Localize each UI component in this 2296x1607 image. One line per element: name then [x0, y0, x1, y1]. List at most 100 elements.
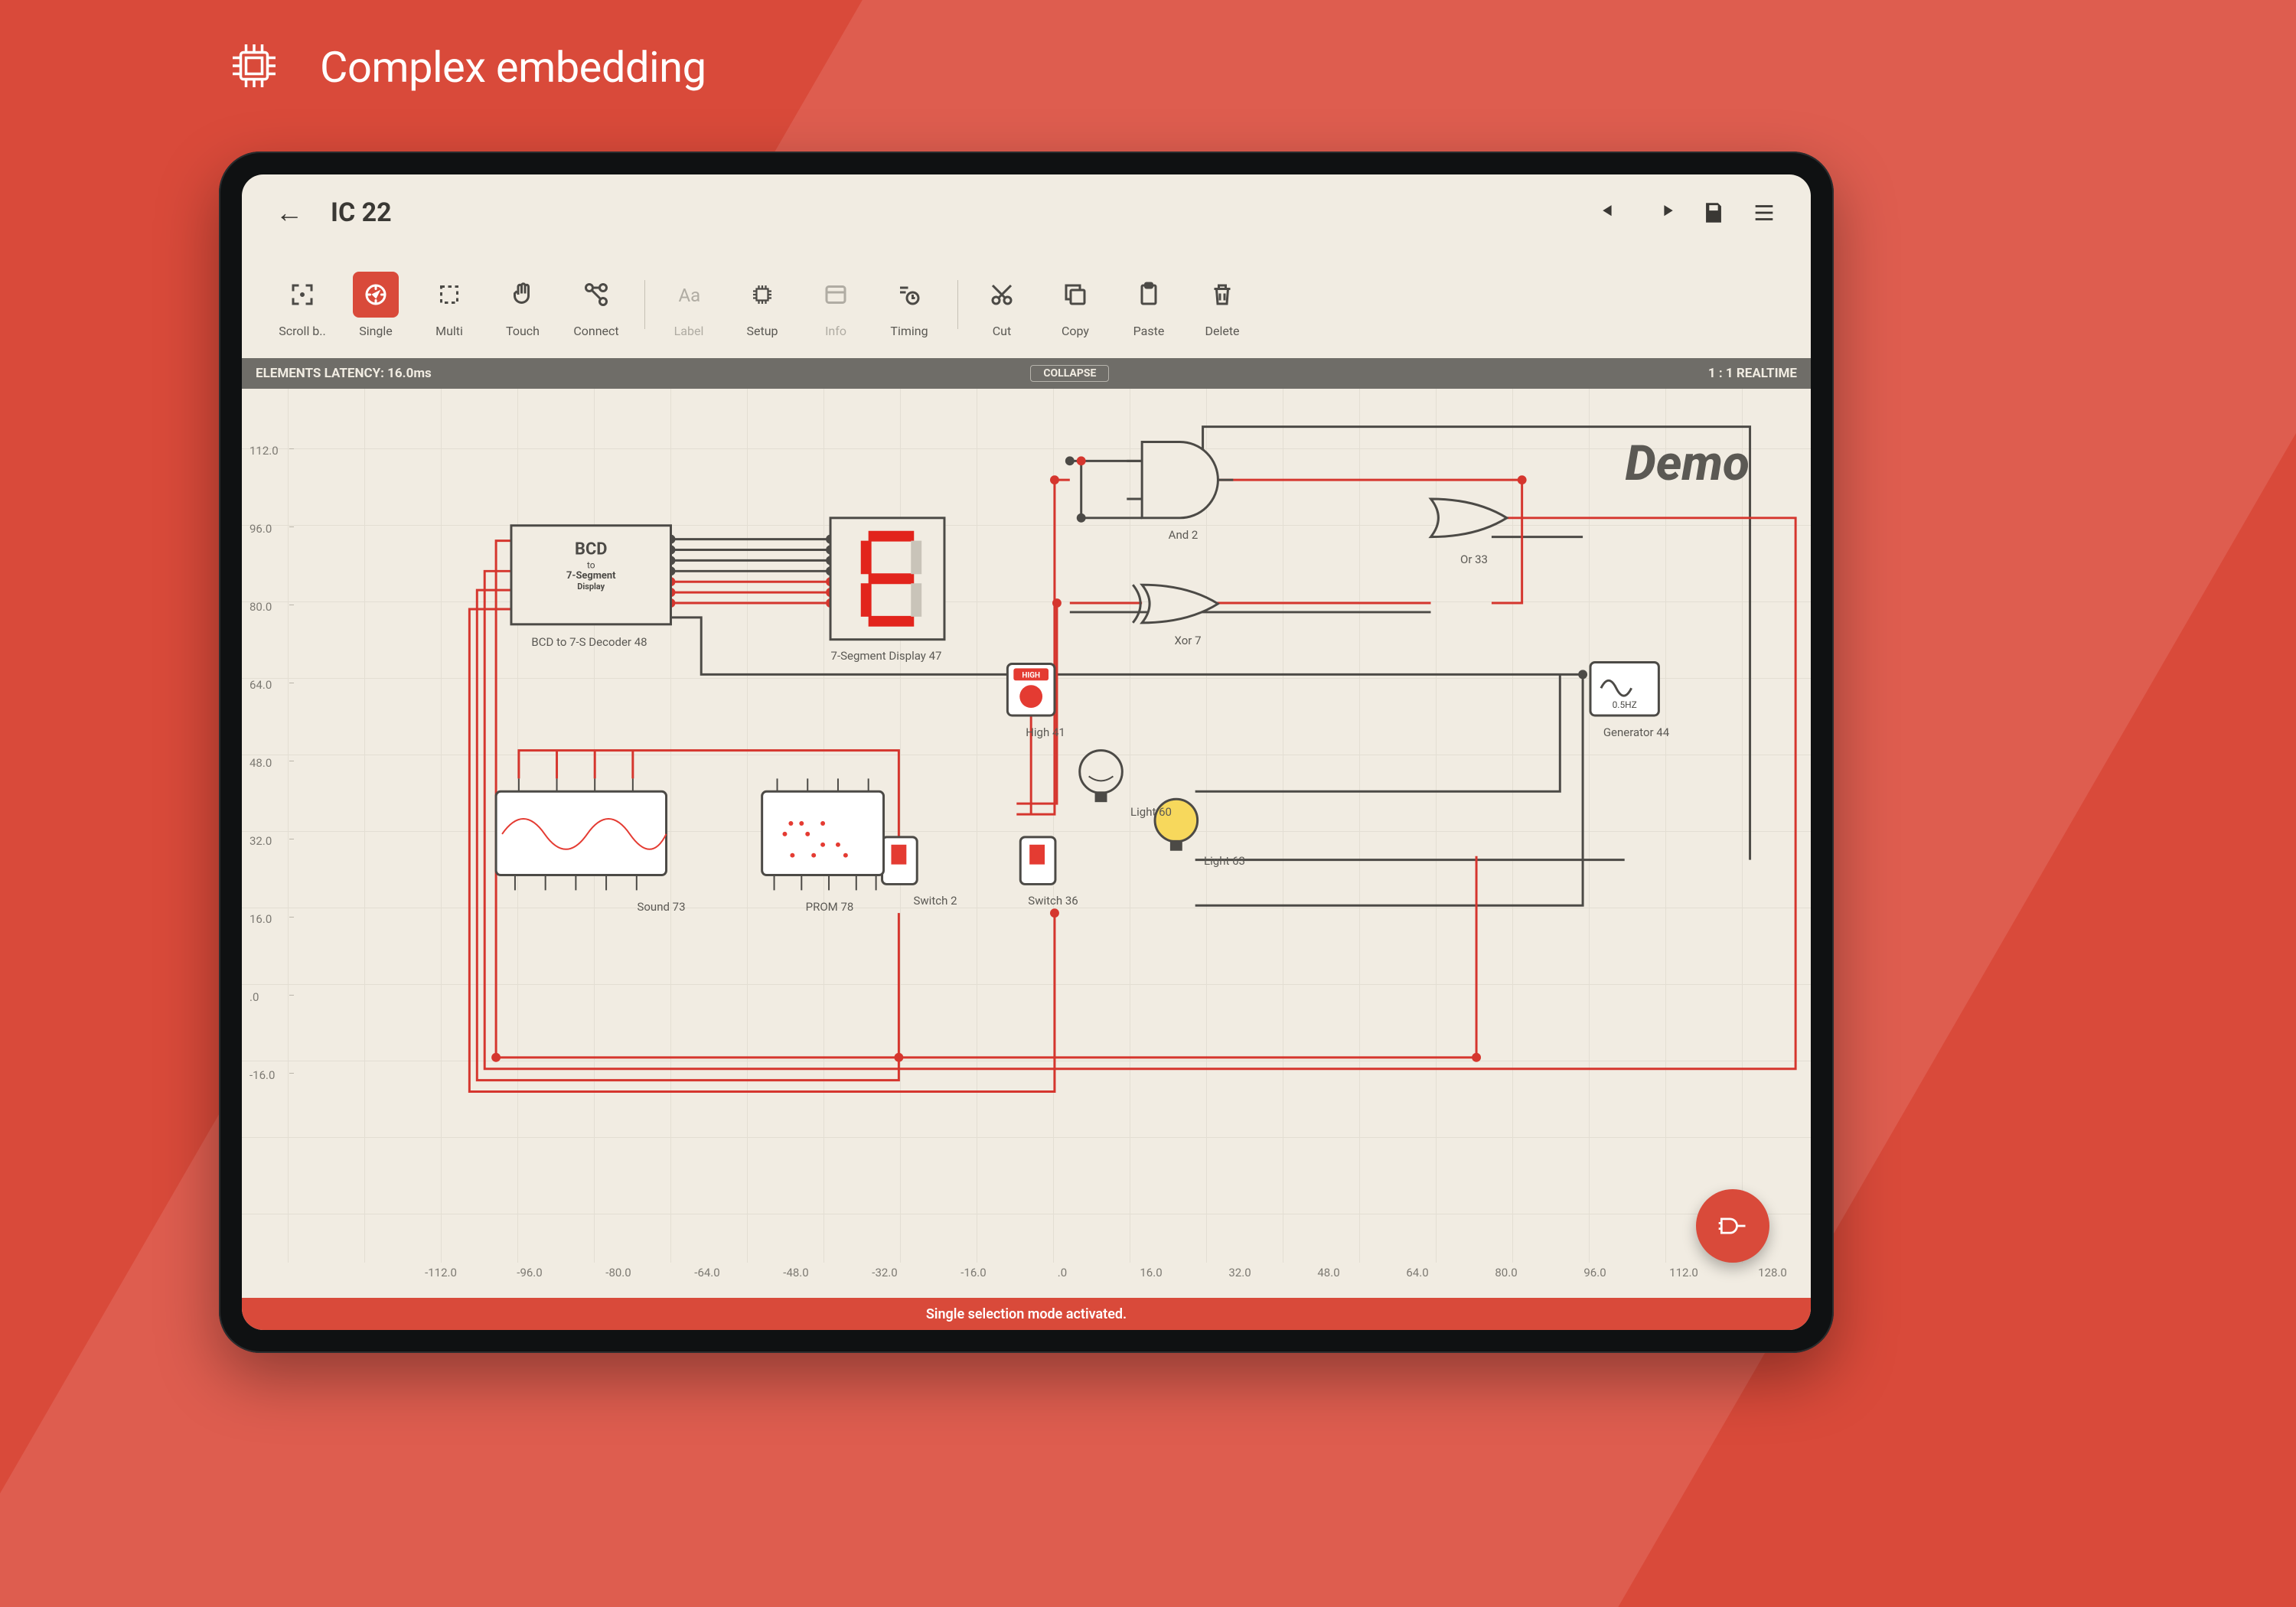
x-tick: 32.0 — [1228, 1266, 1251, 1279]
tablet-frame: ← IC 22 Scroll b.. Single Multi Touch Connec… — [219, 152, 1834, 1353]
tool-setup[interactable]: Setup — [728, 272, 797, 338]
tool-label: Touch — [506, 324, 540, 338]
tool-label: Label — [674, 324, 704, 338]
y-tick: 48.0 — [249, 756, 272, 770]
app-bar: ← IC 22 — [242, 174, 1811, 251]
x-tick: -96.0 — [517, 1266, 542, 1279]
tool-single[interactable]: Single — [341, 272, 410, 338]
label-7seg: 7-Segment Display 47 — [831, 649, 942, 663]
latency-label: ELEMENTS LATENCY: 16.0ms — [256, 366, 432, 381]
label-bcd-decoder: BCD to 7-S Decoder 48 — [531, 635, 647, 649]
x-tick: .0 — [1058, 1266, 1067, 1279]
tool-connect[interactable]: Connect — [562, 272, 631, 338]
hand-icon — [500, 272, 546, 318]
label-sound73: Sound 73 — [637, 900, 685, 914]
x-tick: 48.0 — [1317, 1266, 1339, 1279]
label-high41: High 41 — [1026, 725, 1065, 739]
canvas[interactable]: 112.096.080.064.048.032.016.0.0-16.0 -11… — [242, 389, 1811, 1298]
app-screen: ← IC 22 Scroll b.. Single Multi Touch Connec… — [242, 174, 1811, 1330]
cut-icon — [979, 272, 1025, 318]
component-switch-2[interactable] — [882, 837, 918, 885]
tool-scroll-back[interactable]: Scroll b.. — [268, 272, 337, 338]
component-sound[interactable] — [496, 778, 666, 890]
fullscreen-icon — [279, 272, 325, 318]
tool-label: Connect — [573, 324, 618, 338]
x-tick: 16.0 — [1140, 1266, 1162, 1279]
label-generator44: Generator 44 — [1603, 725, 1669, 739]
marketing-header: Complex embedding — [222, 34, 706, 101]
label-light63: Light 63 — [1204, 854, 1245, 868]
x-tick: -80.0 — [605, 1266, 631, 1279]
x-tick: 96.0 — [1583, 1266, 1606, 1279]
tool-cut[interactable]: Cut — [967, 272, 1036, 338]
tool-label: Paste — [1133, 324, 1165, 338]
component-xor-gate[interactable] — [1133, 585, 1218, 623]
component-bcd-decoder[interactable]: BCD to 7-Segment Display — [511, 526, 671, 624]
component-generator[interactable]: 0.5HZ — [1590, 662, 1658, 715]
back-button[interactable]: ← — [276, 197, 303, 229]
tool-timing[interactable]: Timing — [875, 272, 944, 338]
label-switch36: Switch 36 — [1028, 894, 1078, 908]
svg-text:0.5HZ: 0.5HZ — [1613, 699, 1637, 710]
label-or33: Or 33 — [1460, 553, 1488, 566]
status-toast: Single selection mode activated. — [242, 1298, 1811, 1330]
tool-touch[interactable]: Touch — [488, 272, 557, 338]
tool-paste[interactable]: Paste — [1114, 272, 1183, 338]
status-bar: ELEMENTS LATENCY: 16.0ms COLLAPSE 1 : 1 … — [242, 358, 1811, 389]
menu-button[interactable] — [1751, 200, 1777, 226]
tool-delete[interactable]: Delete — [1188, 272, 1257, 338]
tool-multi[interactable]: Multi — [415, 272, 484, 338]
tool-label: Delete — [1205, 324, 1239, 338]
copy-icon — [1052, 272, 1098, 318]
svg-text:Display: Display — [577, 582, 605, 592]
component-high-source[interactable]: HIGH — [1007, 663, 1055, 715]
component-or-gate[interactable] — [1430, 499, 1506, 537]
component-and-gate[interactable] — [1127, 442, 1233, 518]
text-icon: Aa — [666, 272, 712, 318]
tool-label: Cut — [993, 324, 1011, 338]
y-tick: 32.0 — [249, 834, 272, 848]
x-tick: -48.0 — [783, 1266, 808, 1279]
y-tick: 16.0 — [249, 912, 272, 926]
label-switch2: Switch 2 — [914, 894, 957, 908]
tool-label: Timing — [890, 324, 928, 338]
tool-label: Scroll b.. — [279, 324, 325, 338]
trash-icon — [1199, 272, 1245, 318]
x-tick: -64.0 — [694, 1266, 719, 1279]
tool-label: Info — [825, 324, 846, 338]
svg-text:7-Segment: 7-Segment — [566, 570, 616, 582]
timing-icon — [886, 272, 932, 318]
label-and2: And 2 — [1169, 528, 1199, 542]
component-switch-36[interactable] — [1020, 837, 1055, 885]
document-title: IC 22 — [331, 197, 392, 228]
redo-button[interactable] — [1650, 200, 1676, 226]
label-prom78: PROM 78 — [806, 900, 854, 914]
tool-label: Aa Label — [654, 272, 723, 338]
y-tick: 80.0 — [249, 600, 272, 614]
y-tick: -16.0 — [249, 1068, 275, 1082]
tool-label: Single — [359, 324, 393, 338]
tool-copy[interactable]: Copy — [1041, 272, 1110, 338]
component-7seg-display[interactable] — [830, 518, 944, 640]
undo-button[interactable] — [1600, 200, 1626, 226]
collapse-button[interactable]: COLLAPSE — [1030, 365, 1109, 382]
marquee-icon — [426, 272, 472, 318]
svg-text:to: to — [587, 559, 595, 570]
tool-info: Info — [801, 272, 870, 338]
x-tick: -32.0 — [872, 1266, 897, 1279]
card-icon — [813, 272, 859, 318]
x-tick: 112.0 — [1669, 1266, 1698, 1279]
x-tick: -16.0 — [960, 1266, 986, 1279]
circuit-diagram: BCD to 7-Segment Display — [291, 389, 1811, 1240]
x-tick: 128.0 — [1758, 1266, 1787, 1279]
component-prom[interactable] — [762, 778, 884, 890]
y-axis: 112.096.080.064.048.032.016.0.0-16.0 — [242, 389, 291, 1263]
save-button[interactable] — [1701, 200, 1727, 226]
paste-icon — [1126, 272, 1172, 318]
component-light-60[interactable] — [1080, 751, 1123, 803]
x-tick: 80.0 — [1495, 1266, 1517, 1279]
label-xor7: Xor 7 — [1174, 634, 1201, 647]
svg-text:Aa: Aa — [679, 285, 701, 306]
x-tick: -112.0 — [425, 1266, 457, 1279]
add-gate-fab[interactable] — [1696, 1189, 1769, 1263]
